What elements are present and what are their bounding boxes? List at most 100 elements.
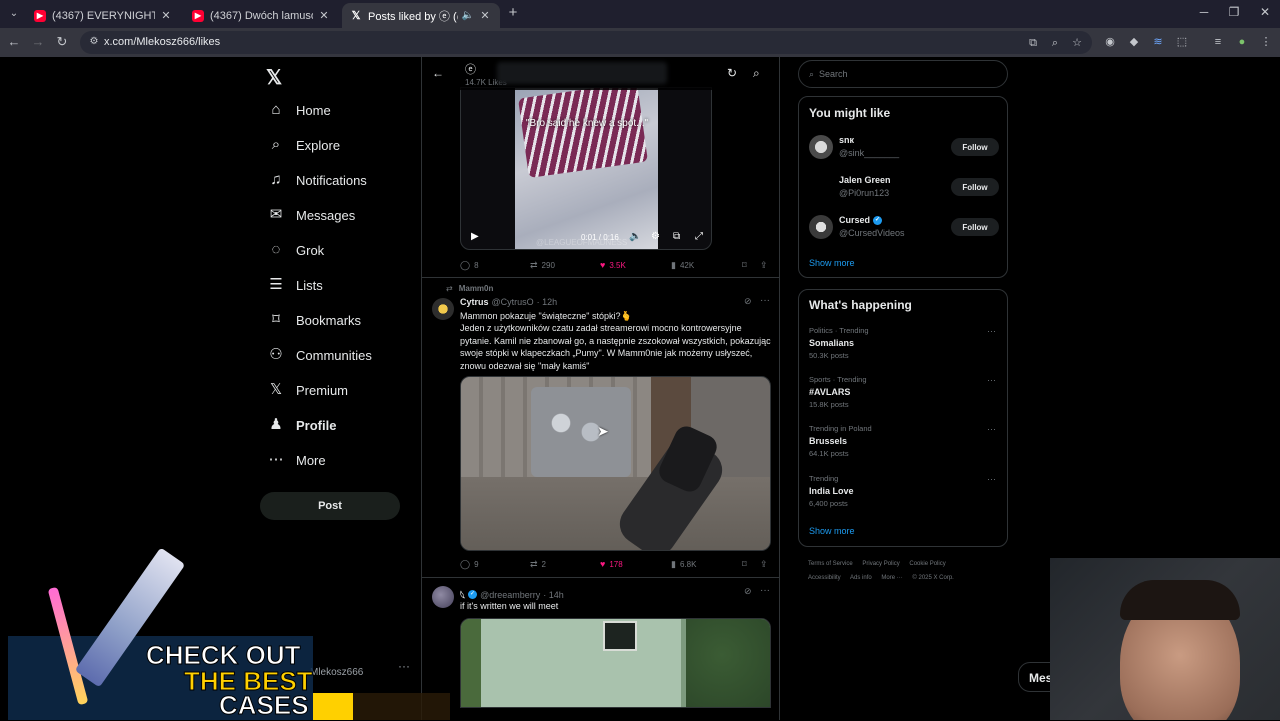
nav-item-home[interactable]: ⌂ Home — [268, 95, 330, 125]
fullscreen-icon[interactable]: ⤢ — [695, 231, 703, 242]
nav-item-bookmarks[interactable]: ⌑ Bookmarks — [268, 305, 361, 335]
show-more-link[interactable]: Show more — [809, 258, 855, 268]
tweet-image[interactable] — [460, 618, 771, 708]
nav-item-grok[interactable]: ◌ Grok — [268, 235, 325, 265]
reply-button[interactable]: ◯ 9 — [460, 559, 479, 570]
footer-link[interactable]: More ··· — [881, 575, 902, 581]
settings-icon[interactable]: ⚙ — [651, 231, 660, 242]
tweet[interactable]: ⇄ Mamm0n Cytrus @CytrusO · 12h ⊘ ··· Mam… — [422, 277, 779, 576]
bookmark-button[interactable]: ⌑ — [742, 260, 751, 271]
reload-icon[interactable]: ↻ — [54, 34, 70, 50]
close-window-icon[interactable]: ✕ — [1257, 5, 1273, 19]
author-handle[interactable]: @CytrusO — [492, 297, 534, 307]
nav-item-communities[interactable]: ⚇ Communities — [268, 340, 372, 370]
views-button[interactable]: ▮ 42K — [671, 260, 694, 271]
show-more-link[interactable]: Show more — [809, 526, 855, 536]
speaker-icon[interactable]: 🔈 — [462, 10, 474, 21]
repost-button[interactable]: ⇄ 2 — [530, 559, 546, 570]
suggestion-item[interactable]: Jalen Green @Pi0run123 Follow — [809, 173, 999, 203]
more-options-icon[interactable]: ··· — [760, 585, 770, 596]
extensions-puzzle-icon[interactable]: ⬚ — [1174, 34, 1190, 50]
close-tab-icon[interactable]: ✕ — [317, 9, 331, 22]
site-info-icon[interactable]: ⚙ — [88, 36, 100, 48]
search-box[interactable]: ⌕ — [798, 60, 1008, 88]
install-icon[interactable]: ⧉ — [1026, 36, 1040, 50]
trend-more-icon[interactable]: ··· — [987, 375, 996, 385]
video-player[interactable]: "Bro said he knew a spot..." @LEAGUEOFMA… — [460, 87, 712, 250]
suggestion-item[interactable]: Cursed ✓ @CursedVideos Follow — [809, 213, 999, 243]
post-button[interactable]: Post — [260, 492, 400, 520]
search-icon[interactable]: ⌕ — [753, 66, 760, 81]
nav-item-more[interactable]: ⋯ More — [268, 445, 326, 475]
trend-more-icon[interactable]: ··· — [987, 424, 996, 434]
views-button[interactable]: ▮ 6.8K — [671, 559, 696, 570]
tweet-time[interactable]: · 14h — [543, 590, 564, 600]
like-button[interactable]: ♥ 3.5K — [600, 260, 626, 270]
follow-button[interactable]: Follow — [951, 138, 999, 156]
browser-menu-icon[interactable]: ⋮ — [1258, 34, 1274, 50]
tab-youtube-podcast[interactable]: ▶ (4367) Dwóch lamusów podcast ✕ — [184, 3, 339, 28]
like-button[interactable]: ♥ 178 — [600, 559, 623, 569]
nav-item-explore[interactable]: ⌕ Explore — [268, 130, 340, 160]
avatar[interactable] — [432, 586, 454, 608]
bookmark-star-icon[interactable]: ☆ — [1070, 36, 1084, 50]
tweet[interactable]: 𓆩 ✓ @dreeamberry · 14h ⊘ ··· if it's wri… — [422, 577, 779, 720]
forward-icon[interactable]: → — [30, 34, 46, 50]
grok-icon[interactable]: ⊘ — [744, 296, 752, 307]
volume-icon[interactable]: 🔈 — [629, 231, 641, 242]
nav-item-lists[interactable]: ☰ Lists — [268, 270, 322, 300]
back-icon[interactable]: ← — [6, 34, 22, 50]
avatar[interactable] — [809, 135, 833, 159]
x-logo-icon[interactable]: 𝕏 — [266, 65, 282, 90]
follow-button[interactable]: Follow — [951, 178, 999, 196]
footer-link[interactable]: Terms of Service — [808, 561, 853, 567]
minimize-icon[interactable]: ─ — [1196, 5, 1212, 19]
footer-link[interactable]: Ads info — [850, 575, 872, 581]
nav-item-profile[interactable]: ♟ Profile — [268, 410, 336, 440]
avatar[interactable] — [432, 298, 454, 320]
back-arrow-icon[interactable]: ← — [432, 66, 444, 80]
nav-item-premium[interactable]: 𝕏 Premium — [268, 375, 348, 405]
trend-item[interactable]: Trending India Love 6,400 posts ··· — [809, 474, 999, 514]
zoom-icon[interactable]: ⌕ — [1048, 36, 1062, 50]
author-handle[interactable]: @dreeamberry — [480, 590, 540, 600]
bookmark-button[interactable]: ⌑ — [742, 559, 751, 570]
close-tab-icon[interactable]: ✕ — [478, 9, 492, 22]
extension-audio-icon[interactable]: ≋ — [1150, 34, 1166, 50]
tweet-time[interactable]: · 12h — [537, 297, 558, 307]
restore-icon[interactable]: ❐ — [1226, 5, 1242, 19]
play-icon[interactable]: ▶ — [471, 231, 479, 242]
footer-link[interactable]: Cookie Policy — [909, 561, 945, 567]
more-options-icon[interactable]: ··· — [760, 295, 770, 306]
address-bar[interactable]: ⚙ x.com/Mlekosz666/likes ⧉ ⌕ ☆ — [80, 31, 1092, 54]
grok-icon[interactable]: ⊘ — [744, 586, 752, 597]
picture-in-picture-icon[interactable]: ⧉ — [673, 231, 680, 242]
tab-x-likes[interactable]: 𝕏 Posts liked by ⓔ (@Mlekosz666 🔈 ✕ — [342, 3, 500, 28]
reply-button[interactable]: ◯ 8 — [460, 260, 479, 271]
nav-item-notifications[interactable]: ♫ Notifications — [268, 165, 366, 195]
profile-avatar-icon[interactable]: ● — [1234, 34, 1250, 50]
url-text[interactable]: x.com/Mlekosz666/likes — [104, 36, 220, 48]
extension-mask-icon[interactable]: ◉ — [1102, 34, 1118, 50]
trend-item[interactable]: Politics · Trending Somalians 50.3K post… — [809, 326, 999, 366]
share-button[interactable]: ⇪ — [760, 260, 772, 271]
author-name[interactable]: Cytrus — [460, 297, 489, 307]
avatar[interactable] — [809, 215, 833, 239]
footer-link[interactable]: Accessibility — [808, 575, 841, 581]
trend-more-icon[interactable]: ··· — [987, 474, 996, 484]
tab-search-icon[interactable]: ⌄ — [6, 6, 22, 22]
suggestion-item[interactable]: snк @sink_______ Follow — [809, 133, 999, 163]
share-button[interactable]: ⇪ — [760, 559, 772, 570]
extension-diamond-icon[interactable]: ◆ — [1126, 34, 1142, 50]
avatar[interactable] — [809, 175, 833, 199]
suggestion-name[interactable]: snк — [839, 135, 854, 145]
account-handle[interactable]: Mlekosz666 — [310, 667, 363, 678]
follow-button[interactable]: Follow — [951, 218, 999, 236]
close-tab-icon[interactable]: ✕ — [159, 9, 173, 22]
suggestion-name[interactable]: Jalen Green — [839, 175, 891, 185]
reposted-by[interactable]: Mamm0n — [459, 284, 494, 293]
tab-youtube-everynight[interactable]: ▶ (4367) EVERYNIGHT - YouTube ✕ — [26, 3, 181, 28]
suggestion-name-row[interactable]: Cursed ✓ — [839, 215, 885, 225]
trend-item[interactable]: Trending in Poland Brussels 64.1K posts … — [809, 424, 999, 464]
search-input[interactable] — [819, 67, 999, 81]
